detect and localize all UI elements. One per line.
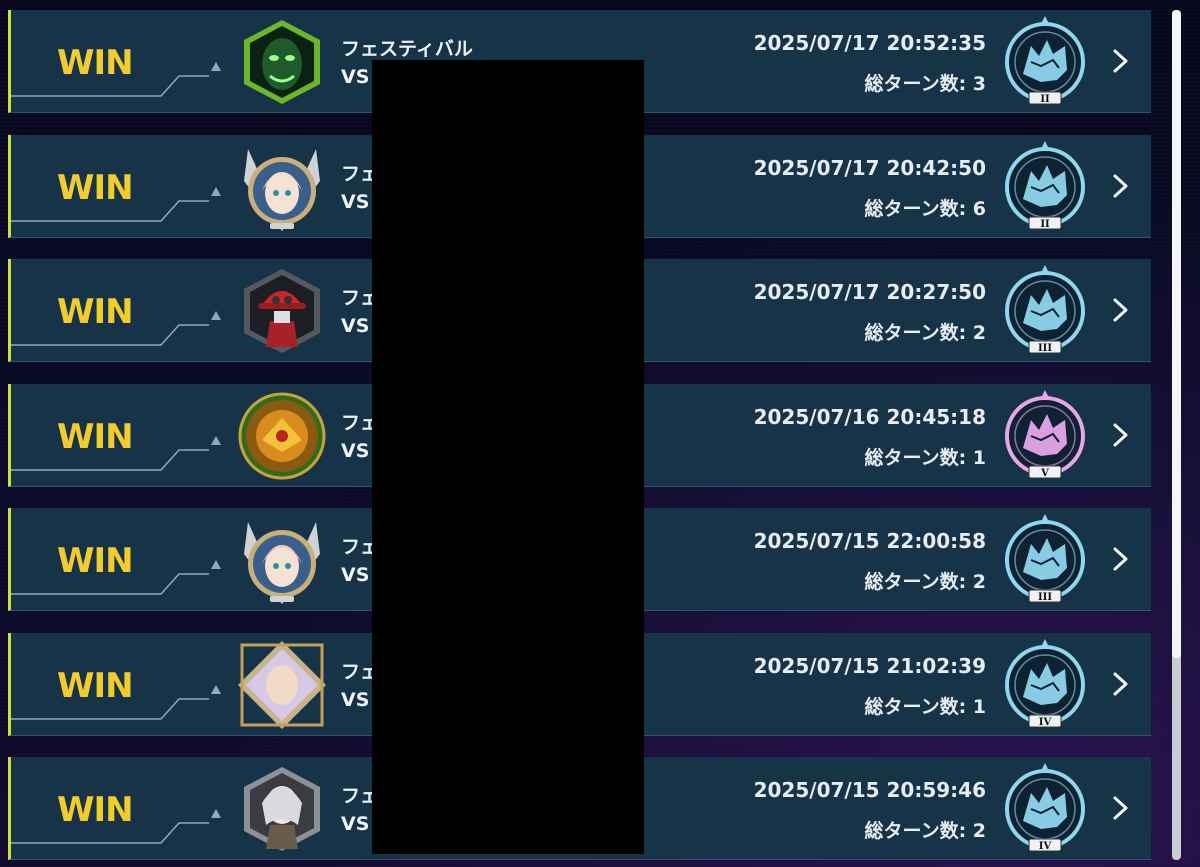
vs-label: VS (341, 688, 370, 711)
wolf-rank-emblem-icon: II (1001, 16, 1089, 108)
wolf-rank-emblem-icon: III (1001, 514, 1089, 606)
match-datetime: 2025/07/15 22:00:58 (753, 529, 986, 553)
row-bracket-decoration (11, 311, 221, 346)
total-turns: 総ターン数: 3 (864, 73, 986, 95)
opponent-avatar-blonde-girl-frame (236, 141, 328, 233)
row-bracket-decoration (11, 186, 221, 222)
chevron-right-icon[interactable] (1110, 173, 1132, 199)
redacted-area (372, 60, 644, 854)
opponent-avatar-diamond-frame-girl (236, 639, 328, 731)
row-bracket-decoration (11, 684, 221, 720)
vs-label: VS (341, 564, 370, 586)
svg-text:II: II (1040, 94, 1050, 105)
result-label: WIN (57, 167, 134, 208)
chevron-right-icon[interactable] (1110, 795, 1132, 821)
match-datetime: 2025/07/16 20:45:18 (753, 404, 986, 429)
total-turns: 総ターン数: 2 (864, 571, 986, 593)
chevron-right-icon[interactable] (1110, 546, 1132, 572)
svg-text:V: V (1040, 468, 1049, 479)
svg-text:IV: IV (1039, 717, 1052, 728)
opponent-avatar-red-cap-figure (236, 265, 328, 357)
vs-label: VS (341, 315, 370, 337)
total-turns: 総ターン数: 2 (864, 820, 986, 842)
result-label: WIN (57, 790, 134, 830)
chevron-right-icon[interactable] (1110, 48, 1132, 74)
scrollbar-thumb[interactable] (1172, 10, 1181, 658)
result-label: WIN (57, 43, 134, 83)
total-turns: 総ターン数: 1 (864, 446, 986, 469)
total-turns: 総ターン数: 2 (864, 322, 986, 344)
svg-text:III: III (1038, 592, 1052, 603)
svg-text:IV: IV (1039, 841, 1052, 852)
svg-text:III: III (1038, 343, 1052, 354)
vs-label: VS (341, 439, 370, 462)
vs-label: VS (341, 190, 370, 213)
match-datetime: 2025/07/17 20:27:50 (753, 280, 986, 304)
match-datetime: 2025/07/15 21:02:39 (753, 653, 986, 678)
vs-label: VS (341, 813, 370, 835)
total-turns: 総ターン数: 1 (864, 695, 986, 718)
chevron-right-icon[interactable] (1110, 671, 1132, 697)
chevron-right-icon[interactable] (1110, 297, 1132, 323)
result-label: WIN (57, 665, 134, 706)
wolf-rank-emblem-icon: IV (1001, 763, 1089, 855)
result-label: WIN (57, 292, 134, 332)
row-bracket-decoration (11, 435, 221, 471)
total-turns: 総ターン数: 6 (864, 197, 986, 220)
chevron-right-icon[interactable] (1110, 422, 1132, 448)
opponent-name: フェスティバル (341, 38, 473, 60)
match-datetime: 2025/07/17 20:42:50 (753, 155, 986, 180)
match-datetime: 2025/07/17 20:52:35 (753, 31, 986, 55)
opponent-avatar-green-masked-villain (236, 16, 328, 108)
wolf-rank-emblem-icon: V (1001, 389, 1089, 482)
row-bracket-decoration (11, 62, 221, 97)
vs-label: VS (341, 66, 370, 88)
opponent-avatar-golden-dragon-emblem (236, 390, 328, 482)
match-datetime: 2025/07/15 20:59:46 (753, 778, 986, 802)
opponent-avatar-silver-hair-character (236, 763, 328, 855)
row-bracket-decoration (11, 560, 221, 595)
svg-text:II: II (1040, 219, 1050, 230)
opponent-avatar-pink-hair-girl-frame (236, 514, 328, 606)
wolf-rank-emblem-icon: III (1001, 265, 1089, 357)
wolf-rank-emblem-icon: IV (1001, 638, 1089, 731)
result-label: WIN (57, 541, 134, 581)
result-label: WIN (57, 416, 134, 457)
row-bracket-decoration (11, 809, 221, 844)
wolf-rank-emblem-icon: II (1001, 140, 1089, 233)
